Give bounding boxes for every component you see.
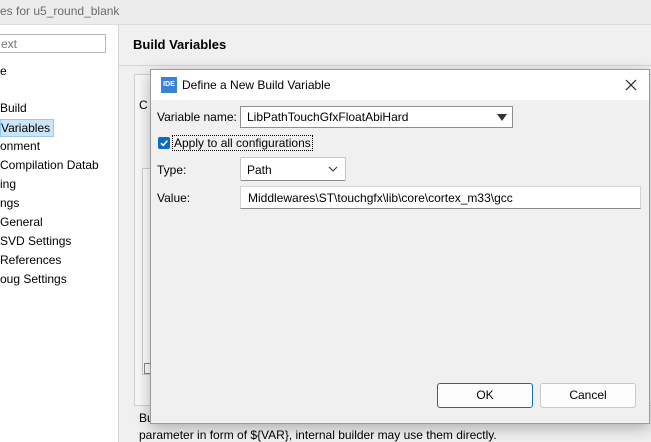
tree-item-build-variables[interactable]: Variables bbox=[0, 119, 54, 137]
dialog-title: Define a New Build Variable bbox=[182, 78, 331, 92]
value-input[interactable]: Middlewares\ST\touchgfx\lib\core\cortex_… bbox=[240, 186, 641, 209]
apply-all-label: Apply to all configurations bbox=[174, 136, 311, 150]
apply-all-label-focus[interactable]: Apply to all configurations bbox=[172, 135, 313, 151]
tree-item[interactable]: Compilation Datab bbox=[0, 156, 99, 174]
type-select[interactable]: Path bbox=[240, 157, 346, 181]
chevron-down-icon bbox=[328, 166, 338, 172]
variable-name-combo[interactable]: LibPathTouchGfxFloatAbiHard bbox=[240, 106, 513, 128]
tree-item[interactable]: General bbox=[0, 213, 43, 231]
partial-label: C bbox=[139, 98, 148, 112]
close-icon bbox=[625, 79, 637, 91]
window-title-bar: es for u5_round_blank bbox=[0, 0, 651, 25]
variable-name-label: Variable name: bbox=[157, 110, 237, 124]
property-tree-panel: e Build Variables onment Compilation Dat… bbox=[0, 25, 119, 442]
cancel-button[interactable]: Cancel bbox=[540, 383, 636, 408]
tree-item[interactable]: oug Settings bbox=[0, 270, 67, 288]
tree-item[interactable]: ngs bbox=[0, 194, 19, 212]
help-text: parameter in form of ${VAR}, internal bu… bbox=[139, 428, 497, 442]
tree-item[interactable]: SVD Settings bbox=[0, 232, 71, 250]
value-text: Middlewares\ST\touchgfx\lib\core\cortex_… bbox=[248, 191, 513, 205]
filter-input[interactable] bbox=[0, 34, 106, 53]
dialog-title-bar: IDE Define a New Build Variable bbox=[151, 70, 649, 100]
dropdown-arrow-icon bbox=[497, 114, 507, 121]
section-title: Build Variables bbox=[133, 37, 227, 52]
tree-item-build[interactable]: Build bbox=[0, 99, 27, 117]
window-title: es for u5_round_blank bbox=[0, 4, 120, 18]
ok-button[interactable]: OK bbox=[437, 383, 533, 408]
type-value: Path bbox=[247, 163, 272, 177]
tree-item[interactable]: e bbox=[0, 62, 7, 80]
checkmark-icon bbox=[160, 140, 168, 147]
apply-all-checkbox[interactable] bbox=[158, 137, 170, 149]
tree-item[interactable]: onment bbox=[0, 137, 40, 155]
variable-name-value: LibPathTouchGfxFloatAbiHard bbox=[247, 110, 409, 124]
value-label: Value: bbox=[157, 191, 191, 205]
divider bbox=[119, 65, 651, 66]
ide-icon: IDE bbox=[161, 77, 177, 93]
tree-item[interactable]: ing bbox=[0, 175, 16, 193]
type-label: Type: bbox=[157, 163, 187, 177]
define-build-variable-dialog: IDE Define a New Build Variable Variable… bbox=[150, 69, 650, 424]
tree-item[interactable]: References bbox=[0, 251, 61, 269]
close-button[interactable] bbox=[619, 74, 643, 96]
